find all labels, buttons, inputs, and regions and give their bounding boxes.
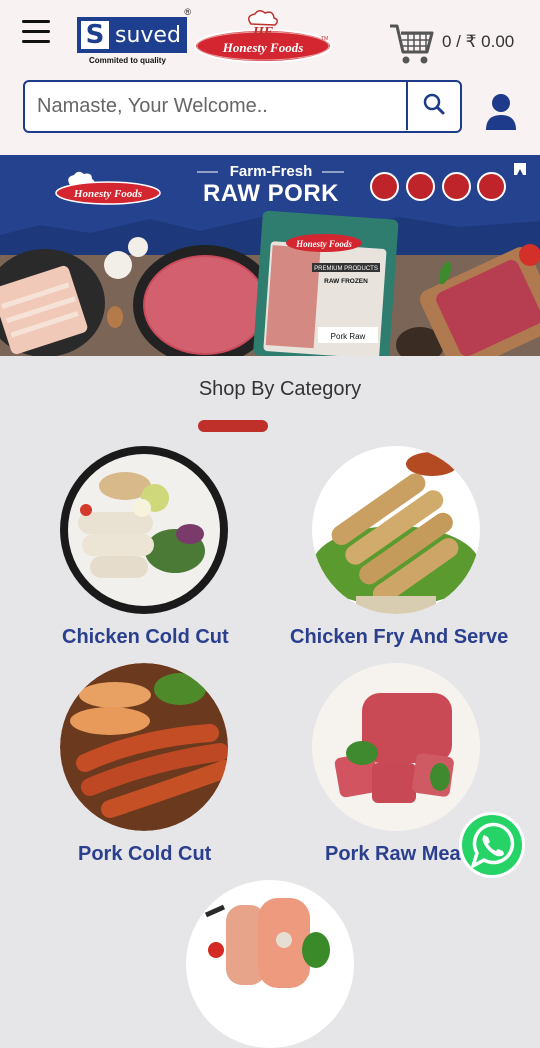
suved-tagline: Commited to quality	[89, 56, 166, 65]
category-image	[312, 446, 480, 614]
category-pork-cold-cut[interactable]: Pork Cold Cut	[60, 663, 300, 873]
honesty-foods-logo[interactable]: HF Honesty Foods TM	[193, 10, 333, 64]
banner-title: RAW PORK	[203, 180, 339, 207]
category-image	[60, 663, 228, 831]
search-input[interactable]	[37, 88, 407, 124]
section-title: Shop By Category	[198, 378, 362, 400]
banner-subtitle: Farm-Fresh	[229, 163, 313, 180]
best-quality-badge-icon	[406, 172, 435, 201]
header: S suved ® Commited to quality HF Honesty…	[0, 0, 540, 155]
user-account-icon[interactable]	[484, 92, 518, 132]
pack-name: Pork Raw	[331, 332, 366, 341]
pack-brand: Honesty Foods	[295, 239, 352, 249]
category-label: Pork Raw Meat	[325, 843, 465, 865]
menu-icon[interactable]	[22, 20, 50, 46]
category-label: Pork Cold Cut	[78, 843, 212, 865]
registered-mark: ®	[184, 7, 191, 17]
search-icon	[423, 93, 445, 115]
promo-banner[interactable]: Honesty Foods PREMIUM PRODUCTS RAW FROZE…	[0, 155, 540, 356]
section-title-underline	[198, 420, 268, 432]
category-fish[interactable]	[186, 880, 354, 1048]
hf-mark: HF	[252, 25, 274, 40]
haccp-badge-icon	[370, 172, 399, 201]
hf-tm: TM	[321, 36, 328, 42]
suved-logo-word: suved	[115, 23, 181, 48]
fresh-tasty-badge-icon	[442, 172, 471, 201]
whatsapp-chat-button[interactable]	[459, 812, 525, 878]
pack-line1: PREMIUM PRODUCTS	[314, 266, 378, 272]
category-label: Chicken Fry And Serve	[290, 626, 509, 648]
suved-s-mark: S	[81, 21, 109, 49]
hf-name: Honesty Foods	[222, 40, 304, 55]
chilled-frozen-badge-icon	[477, 172, 506, 201]
ad-choices-icon[interactable]	[514, 163, 526, 175]
category-chicken-fry-and-serve[interactable]: Chicken Fry And Serve	[290, 446, 530, 656]
cart-icon[interactable]	[388, 20, 434, 66]
category-chicken-cold-cut[interactable]: Chicken Cold Cut	[60, 446, 300, 656]
whatsapp-icon	[462, 815, 522, 875]
suved-logo[interactable]: S suved ® Commited to quality	[77, 7, 191, 65]
banner-logo-name: Honesty Foods	[73, 188, 142, 200]
category-image	[186, 880, 354, 1048]
cart-summary[interactable]: 0 / ₹ 0.00	[442, 32, 514, 52]
search-button[interactable]	[406, 82, 460, 130]
suved-logo-box: S suved	[77, 17, 187, 53]
pack-line2: RAW FROZEN	[324, 278, 368, 285]
category-label: Chicken Cold Cut	[62, 626, 229, 648]
category-image	[60, 446, 228, 614]
category-image	[312, 663, 480, 831]
search-bar	[23, 80, 462, 133]
